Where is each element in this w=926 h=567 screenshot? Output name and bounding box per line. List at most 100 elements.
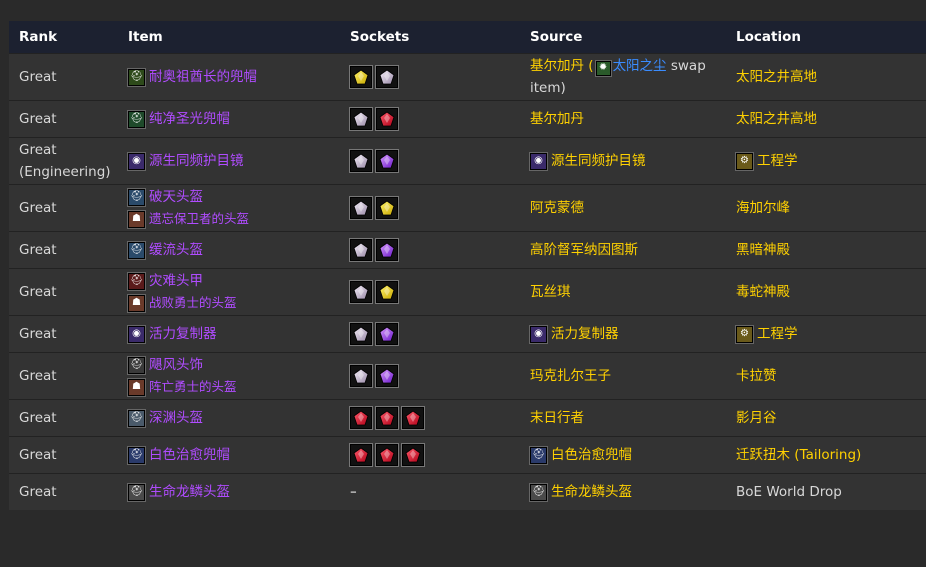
helm-blue-icon[interactable]: ⛑	[128, 241, 145, 259]
prismatic-gem-socket-icon[interactable]	[350, 197, 372, 219]
hood-white-icon[interactable]: ⛑	[128, 446, 145, 464]
item-cell: ◉ 源生同频护目镜	[118, 137, 340, 185]
table-row: Great ⛑ 灾难头甲 ☗ 战败勇士的头盔 瓦丝琪 毒蛇神殿	[9, 268, 926, 316]
item-link[interactable]: 飓风头饰	[149, 354, 203, 376]
purple-gem-socket-icon[interactable]	[376, 323, 398, 345]
source-link[interactable]: 活力复制器	[551, 323, 619, 345]
rank-cell: Great	[9, 231, 118, 269]
purple-gem-socket-icon[interactable]	[376, 365, 398, 387]
helm-silver-icon[interactable]: ⛑	[128, 409, 145, 427]
source-cell: ⛑ 生命龙鳞头盔	[520, 473, 726, 510]
header-rank[interactable]: Rank	[9, 21, 118, 54]
item-cell: ⛑ 缓流头盔	[118, 231, 340, 269]
item-cell: ⛑ 耐奥祖酋长的兜帽	[118, 53, 340, 101]
hood-green-icon[interactable]: ⛑	[128, 110, 145, 128]
token-icon[interactable]: ☗	[128, 378, 145, 396]
location-cell[interactable]: 影月谷	[726, 399, 926, 437]
goggles-icon[interactable]: ◉	[530, 152, 547, 170]
item-cell: ⛑ 生命龙鳞头盔	[118, 473, 340, 510]
hood-white-icon[interactable]: ⛑	[530, 446, 547, 464]
yellow-gem-socket-icon[interactable]	[376, 281, 398, 303]
red-gem-socket-icon[interactable]	[350, 444, 372, 466]
item-link[interactable]: 纯净圣光兜帽	[149, 108, 230, 130]
header-item[interactable]: Item	[118, 21, 340, 54]
location-cell[interactable]: 毒蛇神殿	[726, 268, 926, 316]
location-cell[interactable]: 黑暗神殿	[726, 231, 926, 269]
location-cell[interactable]: 海加尔峰	[726, 184, 926, 232]
item-link[interactable]: 灾难头甲	[149, 270, 203, 292]
source-cell[interactable]: 瓦丝琪	[520, 268, 726, 316]
red-gem-socket-icon[interactable]	[350, 407, 372, 429]
prismatic-gem-socket-icon[interactable]	[350, 108, 372, 130]
location-link[interactable]: 工程学	[757, 323, 798, 345]
item-cell: ⛑ 破天头盔 ☗ 遗忘保卫者的头盔	[118, 184, 340, 232]
location-cell[interactable]: 太阳之井高地	[726, 100, 926, 138]
location-cell[interactable]: 太阳之井高地	[726, 53, 926, 101]
goggles-icon[interactable]: ◉	[530, 325, 547, 343]
source-link[interactable]: 生命龙鳞头盔	[551, 481, 632, 503]
header-source[interactable]: Source	[520, 21, 726, 54]
red-gem-socket-icon[interactable]	[402, 407, 424, 429]
item-link[interactable]: 缓流头盔	[149, 239, 203, 261]
helm-blue-icon[interactable]: ⛑	[128, 188, 145, 206]
table-row: Great ⛑ 耐奥祖酋长的兜帽 基尔加丹 (✹ 太阳之尘 swap item) 太…	[9, 53, 926, 101]
item-link[interactable]: 源生同频护目镜	[149, 150, 244, 172]
helm-scale-icon[interactable]: ⛑	[530, 483, 547, 501]
token-link[interactable]: 遗忘保卫者的头盔	[149, 208, 249, 230]
red-gem-socket-icon[interactable]	[376, 407, 398, 429]
yellow-gem-socket-icon[interactable]	[350, 66, 372, 88]
prismatic-gem-socket-icon[interactable]	[350, 365, 372, 387]
item-link[interactable]: 破天头盔	[149, 186, 203, 208]
yellow-gem-socket-icon[interactable]	[376, 197, 398, 219]
sunmote-link[interactable]: 太阳之尘	[613, 58, 667, 74]
red-gem-socket-icon[interactable]	[402, 444, 424, 466]
hood-green-icon[interactable]: ⛑	[128, 68, 145, 86]
table-row: Great ⛑ 深渊头盔 末日行者 影月谷	[9, 399, 926, 437]
item-link[interactable]: 生命龙鳞头盔	[149, 481, 230, 503]
source-link[interactable]: 源生同频护目镜	[551, 150, 646, 172]
source-cell[interactable]: 玛克扎尔王子	[520, 352, 726, 400]
red-gem-socket-icon[interactable]	[376, 444, 398, 466]
engineering-icon: ⚙	[736, 152, 753, 170]
sockets-cell	[340, 352, 520, 400]
prismatic-gem-socket-icon[interactable]	[350, 281, 372, 303]
helm-scale-icon[interactable]: ⛑	[128, 483, 145, 501]
location-link[interactable]: 工程学	[757, 150, 798, 172]
location-cell[interactable]: 迁跃扭木 (Tailoring)	[726, 436, 926, 474]
token-icon[interactable]: ☗	[128, 294, 145, 312]
source-link[interactable]: 基尔加丹 (	[530, 58, 594, 74]
helm-dark-icon[interactable]: ⛑	[128, 356, 145, 374]
item-link[interactable]: 深渊头盔	[149, 407, 203, 429]
goggles-icon[interactable]: ◉	[128, 152, 145, 170]
header-sockets[interactable]: Sockets	[340, 21, 520, 54]
purple-gem-socket-icon[interactable]	[376, 239, 398, 261]
source-link[interactable]: 白色治愈兜帽	[551, 444, 632, 466]
source-cell[interactable]: 高阶督军纳因图斯	[520, 231, 726, 269]
prismatic-gem-socket-icon[interactable]	[376, 66, 398, 88]
purple-gem-socket-icon[interactable]	[376, 150, 398, 172]
source-cell[interactable]: 阿克蒙德	[520, 184, 726, 232]
red-gem-socket-icon[interactable]	[376, 108, 398, 130]
item-cell: ⛑ 纯净圣光兜帽	[118, 100, 340, 138]
source-cell[interactable]: 基尔加丹	[520, 100, 726, 138]
rank-cell: Great	[9, 352, 118, 400]
token-link[interactable]: 战败勇士的头盔	[149, 292, 237, 314]
token-link[interactable]: 阵亡勇士的头盔	[149, 376, 237, 398]
header-location[interactable]: Location	[726, 21, 926, 54]
prismatic-gem-socket-icon[interactable]	[350, 323, 372, 345]
prismatic-gem-socket-icon[interactable]	[350, 239, 372, 261]
prismatic-gem-socket-icon[interactable]	[350, 150, 372, 172]
source-cell[interactable]: 末日行者	[520, 399, 726, 437]
location-cell: BoE World Drop	[726, 473, 926, 510]
helm-red-icon[interactable]: ⛑	[128, 272, 145, 290]
item-link[interactable]: 白色治愈兜帽	[149, 444, 230, 466]
item-cell: ⛑ 白色治愈兜帽	[118, 436, 340, 474]
source-cell: ◉ 活力复制器	[520, 315, 726, 353]
source-cell: ◉ 源生同频护目镜	[520, 137, 726, 185]
rank-cell: Great	[9, 473, 118, 510]
goggles-icon[interactable]: ◉	[128, 325, 145, 343]
item-link[interactable]: 活力复制器	[149, 323, 217, 345]
token-icon[interactable]: ☗	[128, 210, 145, 228]
location-cell[interactable]: 卡拉赞	[726, 352, 926, 400]
item-link[interactable]: 耐奥祖酋长的兜帽	[149, 66, 257, 88]
